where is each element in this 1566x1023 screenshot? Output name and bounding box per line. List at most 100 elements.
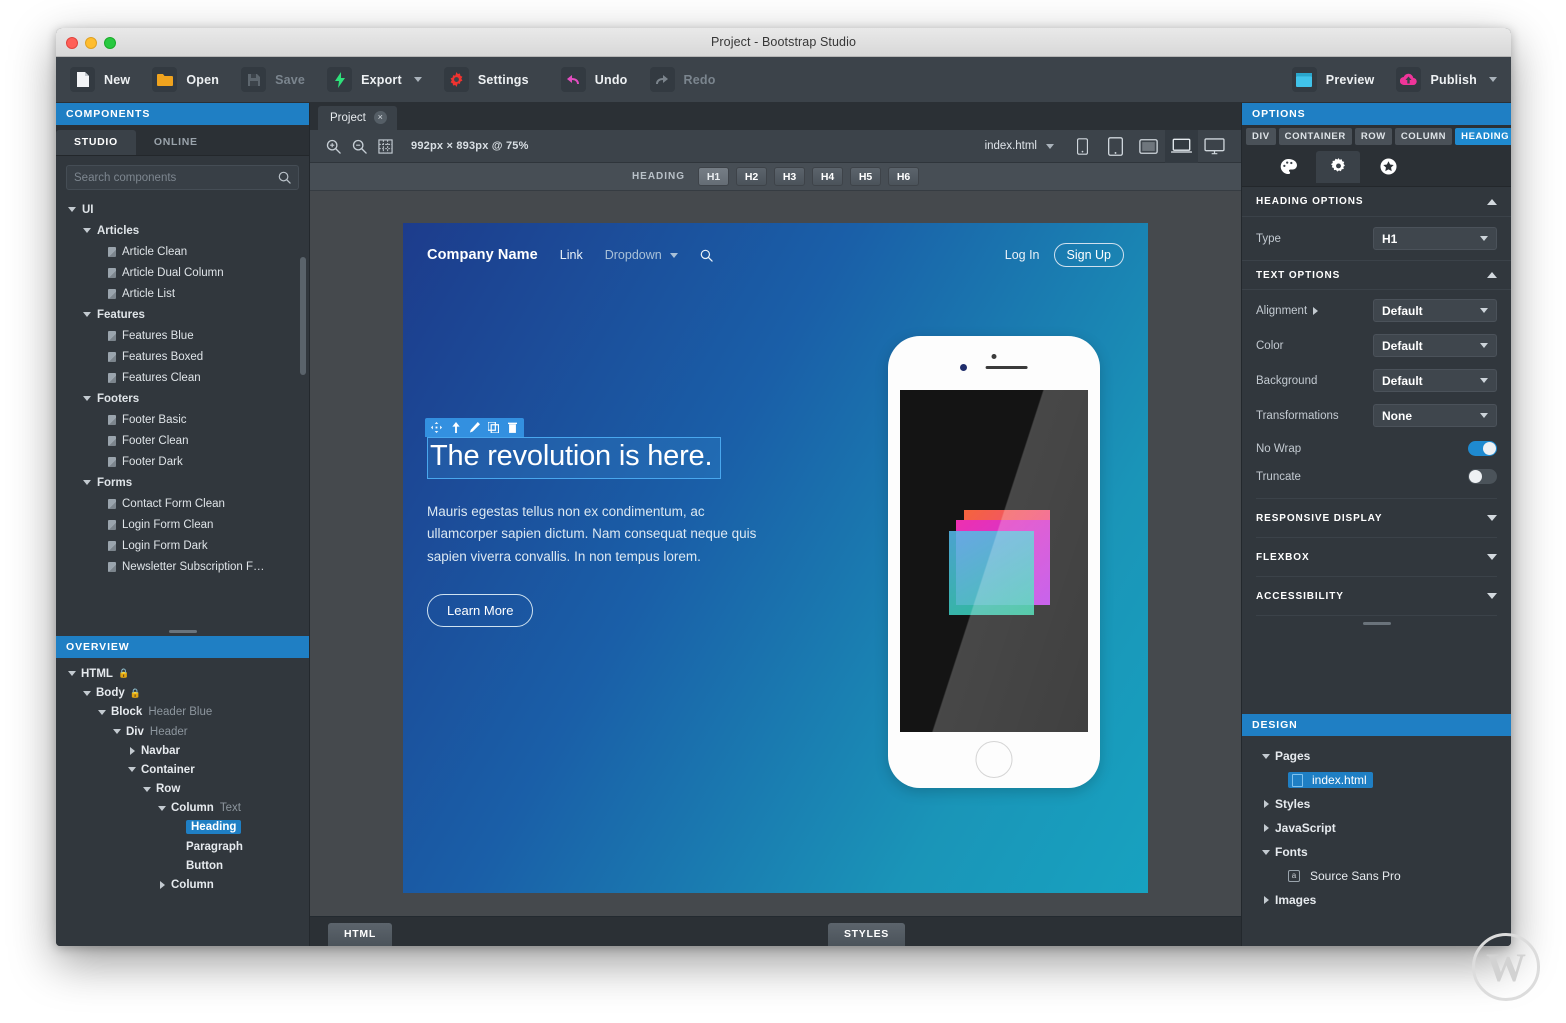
chevron-right-icon[interactable]: [156, 881, 168, 889]
chevron-down-icon[interactable]: [81, 312, 93, 317]
chevron-down-icon[interactable]: [81, 396, 93, 401]
minimize-button[interactable]: [85, 37, 97, 49]
component-group[interactable]: UI: [56, 199, 309, 220]
chevron-right-icon[interactable]: [1260, 800, 1272, 808]
maximize-button[interactable]: [104, 37, 116, 49]
overview-node[interactable]: Body🔒: [56, 684, 309, 703]
component-group[interactable]: Footers: [56, 388, 309, 409]
delete-icon[interactable]: [503, 418, 522, 437]
breadcrumb-heading[interactable]: HEADING: [1455, 128, 1511, 145]
close-icon[interactable]: ×: [374, 111, 387, 124]
component-item[interactable]: Article Clean: [56, 241, 309, 262]
panel-resize-grip[interactable]: [169, 630, 197, 633]
components-scrollbar[interactable]: [300, 257, 306, 375]
preview-nav-link[interactable]: Link: [560, 248, 583, 262]
new-button[interactable]: New: [70, 67, 143, 92]
overview-node[interactable]: Heading: [56, 818, 309, 837]
component-group[interactable]: Articles: [56, 220, 309, 241]
device-laptop-button[interactable]: [1165, 130, 1198, 163]
breadcrumb-container[interactable]: CONTAINER: [1279, 128, 1352, 145]
component-item[interactable]: Footer Clean: [56, 430, 309, 451]
component-item[interactable]: Newsletter Subscription F…: [56, 556, 309, 577]
heading-h6-button[interactable]: H6: [888, 167, 919, 186]
heading-h3-button[interactable]: H3: [774, 167, 805, 186]
design-group[interactable]: Images: [1242, 888, 1511, 912]
components-tree[interactable]: UIArticlesArticle CleanArticle Dual Colu…: [56, 197, 309, 628]
tab-online[interactable]: ONLINE: [136, 130, 216, 155]
component-item[interactable]: Features Blue: [56, 325, 309, 346]
device-desktop-button[interactable]: [1198, 130, 1231, 163]
zoom-in-icon[interactable]: [320, 133, 346, 159]
redo-button[interactable]: Redo: [650, 67, 729, 92]
overview-node[interactable]: Navbar: [56, 741, 309, 760]
component-group[interactable]: Forms: [56, 472, 309, 493]
section-flexbox[interactable]: FLEXBOX: [1242, 542, 1511, 572]
design-group[interactable]: JavaScript: [1242, 816, 1511, 840]
overview-node[interactable]: Button: [56, 856, 309, 875]
search-input[interactable]: [74, 172, 272, 184]
heading-h2-button[interactable]: H2: [736, 167, 767, 186]
device-tablet-landscape-button[interactable]: [1132, 130, 1165, 163]
color-select[interactable]: Default: [1373, 334, 1497, 357]
chevron-down-icon[interactable]: [1260, 850, 1272, 855]
publish-button[interactable]: Publish: [1396, 67, 1497, 92]
chevron-right-icon[interactable]: [1313, 307, 1318, 315]
search-icon[interactable]: [278, 171, 291, 184]
device-tablet-button[interactable]: [1099, 130, 1132, 163]
panel-resize-grip[interactable]: [1363, 622, 1391, 625]
alignment-select[interactable]: Default: [1373, 299, 1497, 322]
edit-icon[interactable]: [465, 418, 484, 437]
chevron-down-icon[interactable]: [126, 767, 138, 772]
component-item[interactable]: Contact Form Clean: [56, 493, 309, 514]
overview-node[interactable]: HTML🔒: [56, 664, 309, 683]
overview-tree[interactable]: HTML🔒Body🔒BlockHeader BlueDivHeaderNavba…: [56, 658, 309, 946]
breadcrumb-row[interactable]: ROW: [1355, 128, 1392, 145]
breadcrumb-div[interactable]: DIV: [1246, 128, 1276, 145]
component-item[interactable]: Features Boxed: [56, 346, 309, 367]
component-item[interactable]: Article List: [56, 283, 309, 304]
tab-studio[interactable]: STUDIO: [56, 130, 136, 155]
heading-h4-button[interactable]: H4: [812, 167, 843, 186]
heading-h1-button[interactable]: H1: [698, 167, 729, 186]
design-item[interactable]: aSource Sans Pro: [1242, 864, 1511, 888]
preview-nav-dropdown[interactable]: Dropdown: [605, 248, 678, 262]
preview-paragraph[interactable]: Mauris egestas tellus non ex condimentum…: [427, 501, 772, 567]
design-group[interactable]: Pages: [1242, 744, 1511, 768]
preview-login-link[interactable]: Log In: [1005, 248, 1040, 262]
design-tree[interactable]: Pagesindex.htmlStylesJavaScriptFontsaSou…: [1242, 736, 1511, 946]
section-accessibility[interactable]: ACCESSIBILITY: [1242, 581, 1511, 611]
chevron-down-icon[interactable]: [111, 729, 123, 734]
zoom-out-icon[interactable]: [346, 133, 372, 159]
component-item[interactable]: Footer Dark: [56, 451, 309, 472]
grid-icon[interactable]: [372, 133, 398, 159]
chevron-right-icon[interactable]: [1260, 896, 1272, 904]
preview-learn-more-button[interactable]: Learn More: [427, 594, 533, 627]
device-phone-button[interactable]: [1066, 130, 1099, 163]
chevron-right-icon[interactable]: [126, 747, 138, 755]
chevron-down-icon[interactable]: [81, 480, 93, 485]
no-wrap-toggle[interactable]: [1468, 441, 1497, 456]
overview-node[interactable]: Column: [56, 875, 309, 894]
preview-brand[interactable]: Company Name: [427, 247, 538, 263]
chevron-down-icon[interactable]: [81, 228, 93, 233]
overview-node[interactable]: ColumnText: [56, 799, 309, 818]
section-text-options[interactable]: TEXT OPTIONS: [1242, 260, 1511, 290]
preview-signup-button[interactable]: Sign Up: [1054, 243, 1124, 267]
undo-button[interactable]: Undo: [561, 67, 641, 92]
design-item[interactable]: index.html: [1242, 768, 1511, 792]
search-box[interactable]: [66, 165, 299, 190]
file-selector[interactable]: index.html: [985, 140, 1066, 152]
document-tab-project[interactable]: Project ×: [318, 106, 397, 130]
search-icon[interactable]: [700, 249, 713, 262]
window-controls[interactable]: [66, 28, 116, 57]
overview-node[interactable]: Container: [56, 760, 309, 779]
chevron-down-icon[interactable]: [81, 691, 93, 696]
palette-icon[interactable]: [1266, 151, 1310, 183]
preview-button[interactable]: Preview: [1292, 67, 1388, 92]
tab-styles[interactable]: STYLES: [828, 923, 905, 946]
chevron-down-icon[interactable]: [1260, 754, 1272, 759]
settings-button[interactable]: Settings: [444, 67, 542, 92]
component-item[interactable]: Features Clean: [56, 367, 309, 388]
truncate-toggle[interactable]: [1468, 469, 1497, 484]
component-item[interactable]: Login Form Dark: [56, 535, 309, 556]
